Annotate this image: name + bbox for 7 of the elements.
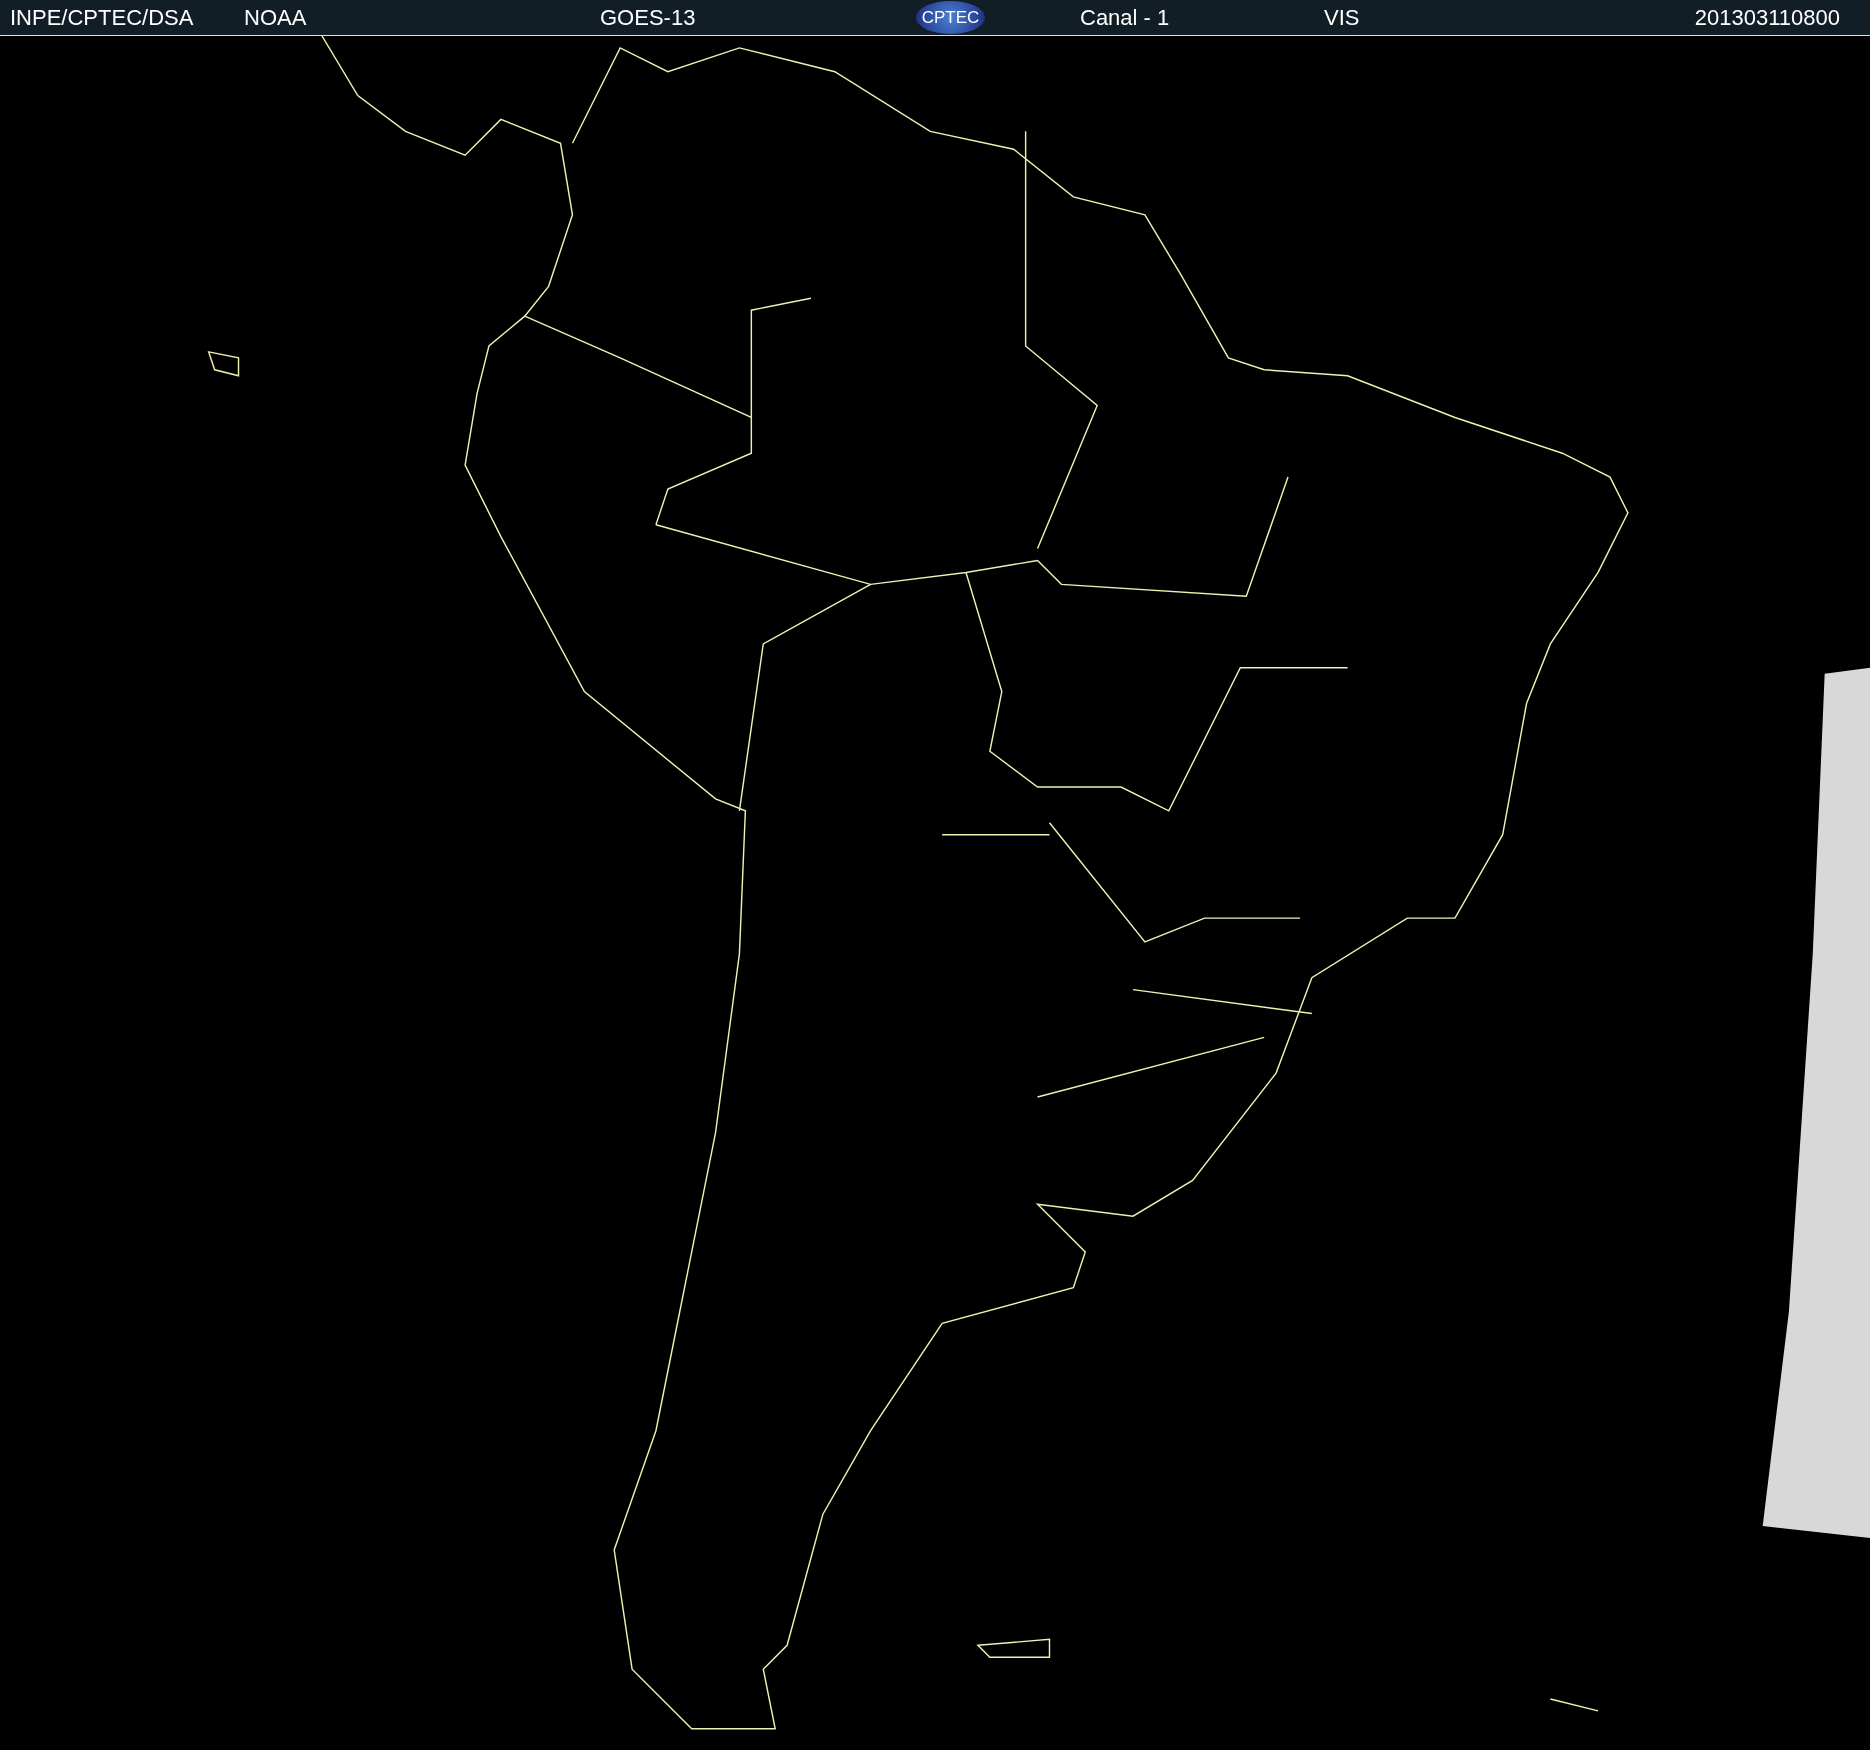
satellite-label: GOES-13: [600, 4, 696, 32]
channel-label: Canal - 1: [1080, 4, 1170, 32]
logo: CPTEC: [916, 1, 985, 34]
timestamp-label: 201303110800: [1694, 4, 1840, 32]
agency-label: NOAA: [244, 4, 307, 32]
source-label: INPE/CPTEC/DSA: [10, 4, 194, 32]
band-label: VIS: [1324, 4, 1360, 32]
